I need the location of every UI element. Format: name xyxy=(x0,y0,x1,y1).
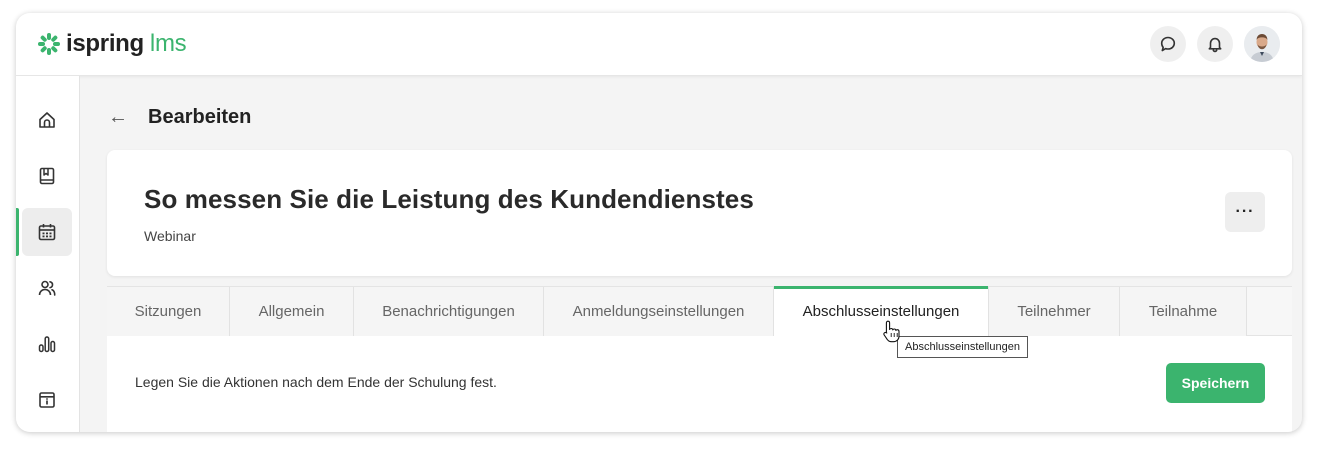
chat-button[interactable] xyxy=(1150,26,1186,62)
tab-sitzungen[interactable]: Sitzungen xyxy=(107,287,230,336)
tab-benachrichtigungen[interactable]: Benachrichtigungen xyxy=(354,287,544,336)
notifications-button[interactable] xyxy=(1197,26,1233,62)
sidebar-item-courses[interactable] xyxy=(22,152,72,200)
tab-allgemein[interactable]: Allgemein xyxy=(230,287,354,336)
sidebar-item-home[interactable] xyxy=(22,96,72,144)
bell-icon xyxy=(1208,37,1222,53)
page-title: Bearbeiten xyxy=(148,105,252,128)
book-icon xyxy=(39,167,55,185)
logo[interactable]: ispring lms xyxy=(37,30,187,58)
tab-teilnahme[interactable]: Teilnahme xyxy=(1120,287,1247,336)
calendar-icon xyxy=(38,224,56,241)
sidebar-item-reports[interactable] xyxy=(22,320,72,368)
course-header-card: So messen Sie die Leistung des Kundendie… xyxy=(107,150,1292,276)
top-bar: ispring lms xyxy=(16,13,1302,76)
sidebar-item-users[interactable] xyxy=(22,264,72,312)
back-arrow-icon[interactable]: ← xyxy=(108,105,132,129)
avatar-image-icon xyxy=(1244,26,1280,62)
tab-teilnehmer[interactable]: Teilnehmer xyxy=(989,287,1120,336)
tab-tooltip: Abschlusseinstellungen xyxy=(897,336,1028,358)
tab-anmeldungseinstellungen[interactable]: Anmeldungseinstellungen xyxy=(544,287,774,336)
chat-icon xyxy=(1160,36,1176,52)
tab-bar: Sitzungen Allgemein Benachrichtigungen A… xyxy=(107,286,1292,336)
ispring-logo-icon xyxy=(38,33,60,55)
chart-icon xyxy=(38,336,56,353)
sidebar xyxy=(16,76,80,432)
more-options-button[interactable]: ··· xyxy=(1225,192,1265,232)
logo-text-lms: lms xyxy=(149,30,187,57)
completion-description: Legen Sie die Aktionen nach dem Ende der… xyxy=(135,374,497,390)
completion-settings-panel: Legen Sie die Aktionen nach dem Ende der… xyxy=(107,336,1292,432)
page-header: ← Bearbeiten xyxy=(108,105,251,129)
user-avatar[interactable] xyxy=(1244,26,1280,62)
home-icon xyxy=(39,112,55,128)
course-title: So messen Sie die Leistung des Kundendie… xyxy=(144,184,754,214)
users-icon xyxy=(38,280,56,296)
course-type-label: Webinar xyxy=(144,228,196,244)
hand-cursor-icon xyxy=(882,319,902,348)
sidebar-item-calendar[interactable] xyxy=(16,208,72,256)
logo-text-ispring: ispring xyxy=(66,30,144,57)
sidebar-item-info[interactable] xyxy=(22,376,72,424)
app-window: ispring lms ← Bearbeiten So messen Sie d… xyxy=(16,13,1302,432)
info-archive-icon xyxy=(39,392,55,408)
save-button[interactable]: Speichern xyxy=(1166,363,1265,403)
top-actions xyxy=(1139,26,1280,62)
